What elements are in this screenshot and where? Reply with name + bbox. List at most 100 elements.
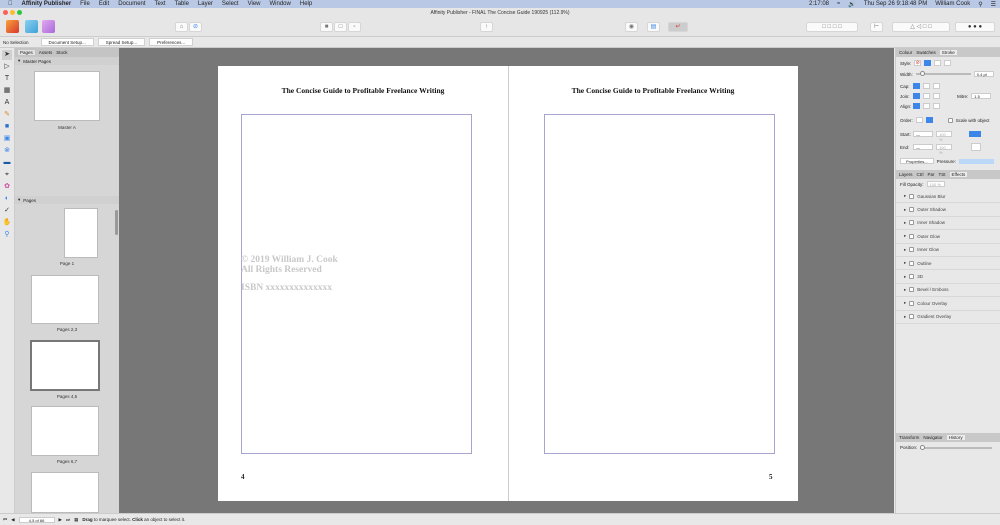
align-inside-icon[interactable] (923, 103, 930, 109)
effect-bevel-emboss[interactable]: ▸ Bevel / Emboss (896, 284, 1000, 298)
boolean-buttons[interactable]: ● ● ● (955, 22, 995, 32)
master-a-thumbnail[interactable] (34, 71, 100, 121)
width-slider[interactable] (915, 71, 971, 76)
end-arrow-select[interactable]: — (913, 144, 933, 150)
tab-colour[interactable]: Colour (899, 50, 912, 55)
align-outside-icon[interactable] (933, 103, 940, 109)
designer-persona-icon[interactable] (42, 20, 55, 33)
text-frame-tool-icon[interactable]: T (2, 74, 12, 84)
history-position-slider[interactable] (920, 444, 993, 450)
picture-frame-ellipse-icon[interactable]: ⊗ (2, 146, 12, 156)
tab-navigator[interactable]: Navigator (923, 435, 942, 440)
pages-header[interactable]: ▾ Pages (15, 196, 119, 204)
wifi-icon[interactable]: ≈ (837, 1, 840, 7)
isbn-text[interactable]: ISBN xxxxxxxxxxxxxx (241, 283, 332, 293)
stroke-behind-icon[interactable] (915, 117, 923, 123)
effect-checkbox[interactable] (909, 207, 915, 213)
pages-8-9-thumbnail[interactable] (31, 472, 99, 513)
tab-pages[interactable]: Pages (18, 50, 35, 55)
arrange-buttons[interactable]: □ □ □ □ (806, 22, 858, 32)
snapping-icon[interactable]: ↵ (668, 22, 688, 32)
effect-3d[interactable]: ▸ 3D (896, 270, 1000, 284)
menu-edit[interactable]: Edit (99, 1, 109, 7)
menu-layer[interactable]: Layer (198, 1, 213, 7)
pen-tool-icon[interactable]: ✎ (2, 110, 12, 120)
tab-effects[interactable]: Effects (949, 172, 968, 177)
effect-gaussian-blur[interactable]: ▸ Gaussian Blur (896, 190, 1000, 204)
width-input[interactable]: 0.4 pt (973, 71, 994, 77)
page-number-field[interactable]: 4,5 of 66 (18, 516, 55, 523)
effect-inner-glow[interactable]: ▸ Inner Glow (896, 244, 1000, 257)
master-pages-header[interactable]: ▾ Master Pages (15, 57, 119, 65)
photo-persona-icon[interactable] (25, 20, 38, 33)
effect-checkbox[interactable] (909, 247, 915, 253)
stroke-front-icon[interactable] (925, 117, 933, 123)
menu-text[interactable]: Text (155, 1, 166, 7)
menu-view[interactable]: View (248, 1, 261, 7)
start-arrow-scale[interactable]: 100 % (936, 131, 952, 142)
view-mode-clip-icon[interactable]: ▫ (348, 22, 361, 32)
tab-stock[interactable]: Stock (56, 50, 67, 55)
page-1-thumbnail[interactable] (64, 208, 98, 258)
tab-ctrl[interactable]: Ctrl (917, 172, 924, 177)
effect-checkbox[interactable] (909, 193, 915, 199)
transparency-tool-icon[interactable]: ◐ (2, 194, 12, 204)
move-tool-icon[interactable]: ➤ (2, 50, 12, 60)
volume-icon[interactable]: 🔊 (848, 1, 855, 8)
effect-checkbox[interactable] (909, 274, 915, 280)
close-button[interactable] (3, 10, 8, 15)
effect-checkbox[interactable] (909, 300, 915, 306)
battery-time[interactable]: 2:17:08 (809, 1, 829, 7)
fill-tool-icon[interactable]: ✿ (2, 182, 12, 192)
solid-line-icon[interactable] (924, 60, 932, 66)
scale-with-object-checkbox[interactable] (947, 117, 953, 123)
menu-document[interactable]: Document (118, 1, 145, 7)
compass-icon[interactable]: ⊘ (189, 22, 202, 32)
view-mode-normal-icon[interactable]: ■ (320, 22, 333, 32)
menu-list-icon[interactable]: ☰ (991, 1, 996, 8)
align-icon[interactable]: ⊢ (870, 22, 883, 32)
prev-page-icon[interactable]: ◀ (11, 517, 14, 523)
start-arrow-select[interactable]: — (913, 131, 933, 137)
effect-colour-overlay[interactable]: ▸ Colour Overlay (896, 297, 1000, 311)
tab-history[interactable]: History (946, 435, 965, 440)
arrow-direction-icon[interactable] (969, 131, 981, 137)
effect-outer-glow[interactable]: ▸ Outer Glow (896, 230, 1000, 244)
rights-text[interactable]: All Rights Reserved (241, 265, 322, 275)
mitre-join-icon[interactable] (913, 93, 920, 99)
zoom-button[interactable] (17, 10, 22, 15)
spread-4-5[interactable]: The Concise Guide to Profitable Freelanc… (218, 66, 798, 501)
publisher-persona-icon[interactable] (6, 20, 19, 33)
effect-gradient-overlay[interactable]: ▸ Gradient Overlay (896, 311, 1000, 324)
effect-checkbox[interactable] (909, 287, 915, 293)
arrow-swap-button[interactable] (971, 143, 981, 151)
menu-help[interactable]: Help (300, 1, 312, 7)
minimize-button[interactable] (10, 10, 15, 15)
baseline-grid-icon[interactable]: ▤ (647, 22, 660, 32)
view-mode-bleed-icon[interactable]: □ (334, 22, 347, 32)
hand-tool-icon[interactable]: ✋ (2, 218, 12, 228)
pages-4-5-thumbnail[interactable] (30, 340, 100, 391)
app-menu[interactable]: Affinity Publisher (22, 1, 72, 7)
pin-icon[interactable]: ↑ (480, 22, 493, 32)
menu-file[interactable]: File (80, 1, 90, 7)
effect-inner-shadow[interactable]: ▸ Inner Shadow (896, 217, 1000, 231)
user-name[interactable]: William Cook (935, 1, 970, 7)
preview-eye-icon[interactable]: ◉ (625, 22, 638, 32)
clock[interactable]: Thu Sep 26 9:18:48 PM (864, 1, 927, 7)
page-grid-icon[interactable]: ▦ (74, 517, 78, 523)
page-4-header[interactable]: The Concise Guide to Profitable Freelanc… (218, 86, 508, 95)
place-image-icon[interactable]: ▬ (2, 158, 12, 168)
tab-swatches[interactable]: Swatches (916, 50, 936, 55)
round-cap-icon[interactable] (923, 83, 930, 89)
crop-tool-icon[interactable]: ⌖ (2, 170, 12, 180)
effect-checkbox[interactable] (909, 233, 915, 239)
tab-layers[interactable]: Layers (899, 172, 913, 177)
copyright-text[interactable]: © 2019 William J. Cook (241, 255, 338, 265)
tab-stroke[interactable]: Stroke (939, 50, 957, 55)
effect-outline[interactable]: ▸ Outline (896, 257, 1000, 271)
tab-tst[interactable]: TSt (939, 172, 946, 177)
align-center-icon[interactable] (913, 103, 920, 109)
square-cap-icon[interactable] (933, 83, 940, 89)
effect-checkbox[interactable] (909, 260, 915, 266)
